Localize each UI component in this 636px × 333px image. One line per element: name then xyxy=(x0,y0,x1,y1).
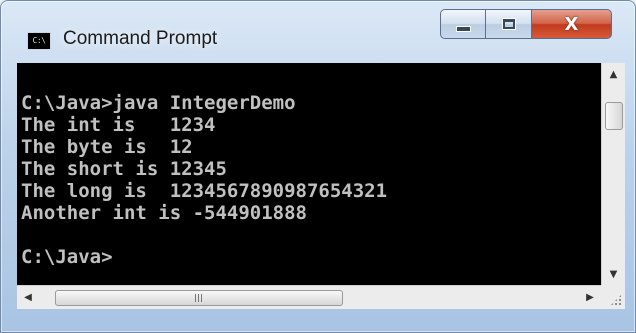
vertical-scrollbar[interactable]: ▲ ▼ xyxy=(601,63,625,285)
scroll-down-arrow-icon[interactable]: ▼ xyxy=(602,263,625,285)
console-icon[interactable]: C:\ xyxy=(27,32,51,50)
vertical-scroll-thumb[interactable] xyxy=(605,102,623,130)
caption-buttons: X xyxy=(440,9,612,39)
horizontal-scroll-thumb[interactable] xyxy=(55,290,343,306)
console-line: Another int is -544901888 xyxy=(21,202,307,224)
horizontal-scrollbar[interactable]: ◀ ▶ xyxy=(17,285,601,309)
command-prompt-window: C:\ Command Prompt X C:\Java>java Intege… xyxy=(0,0,636,333)
close-button[interactable]: X xyxy=(532,9,612,39)
console-line: C:\Java>java IntegerDemo xyxy=(21,92,296,114)
scroll-up-arrow-icon[interactable]: ▲ xyxy=(602,63,625,85)
scroll-left-arrow-icon[interactable]: ◀ xyxy=(17,286,39,309)
console-line: The byte is 12 xyxy=(21,136,193,158)
thumb-grip-icon xyxy=(194,294,204,302)
console-output[interactable]: C:\Java>java IntegerDemo The int is 1234… xyxy=(17,63,601,285)
resize-grip[interactable] xyxy=(601,285,625,309)
console-line: The int is 1234 xyxy=(21,114,216,136)
console-prompt-line: C:\Java> xyxy=(21,246,113,268)
title-bar[interactable]: C:\ Command Prompt X xyxy=(1,1,635,63)
minimize-icon xyxy=(455,26,471,32)
console-line: The long is 1234567890987654321 xyxy=(21,180,388,202)
close-icon: X xyxy=(564,13,579,35)
resize-grip-icon xyxy=(610,294,622,306)
minimize-button[interactable] xyxy=(440,9,486,39)
maximize-button[interactable] xyxy=(486,9,532,39)
maximize-icon xyxy=(501,18,516,30)
window-title: Command Prompt xyxy=(63,28,218,49)
scroll-right-arrow-icon[interactable]: ▶ xyxy=(579,286,601,309)
console-line: The short is 12345 xyxy=(21,158,227,180)
